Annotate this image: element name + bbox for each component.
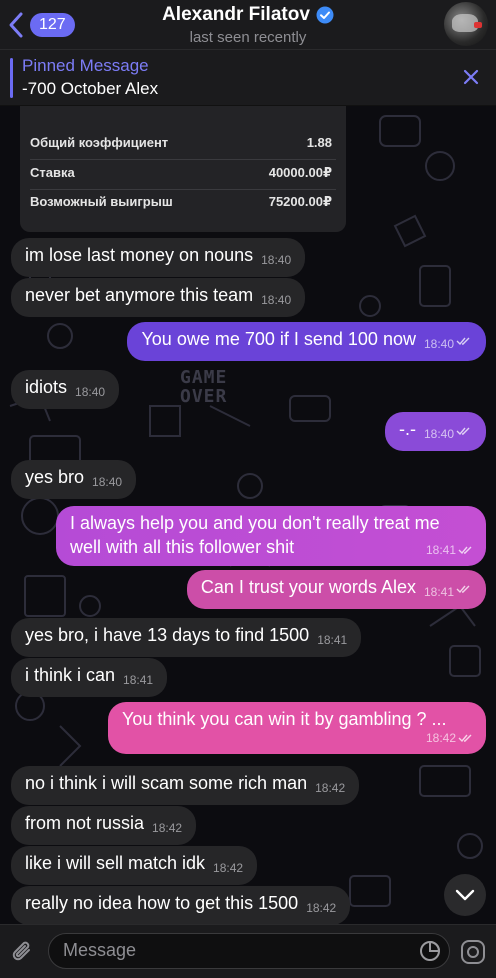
message-time-block: 18:41 xyxy=(426,538,474,562)
slip-label: Общий коэффициент xyxy=(30,135,169,150)
bet-slip-image[interactable]: Общий коэффициент 1.88 Ставка 40000.00₽ … xyxy=(20,106,346,232)
message-text: idiots xyxy=(25,377,68,397)
slip-value: 1.88 xyxy=(306,135,332,150)
pinned-message-bar[interactable]: Pinned Message -700 October Alex xyxy=(0,50,496,106)
message-input-bar xyxy=(0,924,496,978)
message-time: 18:40 xyxy=(261,293,292,307)
message-incoming[interactable]: really no idea how to get this 1500 18:42 xyxy=(11,886,351,924)
message-incoming[interactable]: never bet anymore this team 18:40 xyxy=(11,278,306,317)
chevron-down-icon xyxy=(455,889,475,901)
message-text: You think you can win it by gambling ? .… xyxy=(122,709,447,729)
message-text: yes bro xyxy=(25,467,85,487)
paperclip-icon[interactable] xyxy=(10,939,36,965)
pinned-title: Pinned Message xyxy=(22,56,149,75)
pinned-text: -700 October Alex xyxy=(22,79,159,98)
message-text: like i will sell match idk xyxy=(25,853,206,873)
message-incoming[interactable]: yes bro 18:40 xyxy=(11,460,137,499)
message-text: from not russia xyxy=(25,813,145,833)
message-text: I always help you and you don't really t… xyxy=(70,513,440,557)
slip-row: Общий коэффициент 1.88 xyxy=(30,135,332,150)
divider xyxy=(30,159,336,160)
message-outgoing[interactable]: -.- 18:40 xyxy=(384,412,486,451)
message-incoming[interactable]: yes bro, i have 13 days to find 1500 18:4… xyxy=(11,618,362,657)
message-outgoing[interactable]: I always help you and you don't really t… xyxy=(56,506,486,566)
slip-label: Возможный выигрыш xyxy=(30,194,173,209)
message-incoming[interactable]: idiots 18:40 xyxy=(11,370,120,409)
close-icon[interactable] xyxy=(462,68,480,86)
message-time: 18:42 xyxy=(315,781,346,795)
contact-name: Alexandr Filatov xyxy=(162,4,310,25)
camera-icon[interactable] xyxy=(460,939,486,965)
avatar-detail xyxy=(474,22,482,28)
message-time: 18:40 xyxy=(75,385,106,399)
message-incoming[interactable]: i think i can 18:41 xyxy=(11,658,168,697)
game-over-line-2: OVER xyxy=(180,386,228,407)
message-text: You owe me 700 if I send 100 now xyxy=(141,329,416,349)
message-time: 18:40 xyxy=(92,475,123,489)
slip-label: Ставка xyxy=(30,165,75,180)
background-game-over: GAME OVER xyxy=(180,368,227,406)
message-incoming[interactable]: like i will sell match idk 18:42 xyxy=(11,846,258,885)
message-incoming[interactable]: im lose last money on nouns 18:40 xyxy=(11,238,306,277)
read-checks-icon xyxy=(458,546,472,555)
chat-header: 127 Alexandr Filatov last seen recently xyxy=(0,0,496,50)
message-incoming[interactable]: no i think i will scam some rich man 18:4… xyxy=(11,766,360,805)
read-checks-icon xyxy=(456,337,470,346)
message-text: Can I trust your words Alex xyxy=(200,577,416,597)
verified-icon xyxy=(316,6,334,24)
message-time-block: 18:42 xyxy=(426,726,474,750)
chat-title-area[interactable]: Alexandr Filatov last seen recently xyxy=(0,4,496,46)
message-time: 18:42 xyxy=(425,731,456,745)
message-text: i think i can xyxy=(25,665,116,685)
chat-area[interactable]: GAME OVER Общий коэффициент 1.88 Ставка … xyxy=(0,106,496,924)
slip-value: 75200.00₽ xyxy=(268,194,332,209)
read-checks-icon xyxy=(458,734,472,743)
message-incoming[interactable]: from not russia 18:42 xyxy=(11,806,197,845)
game-over-line-1: GAME xyxy=(180,367,228,388)
message-field[interactable] xyxy=(48,933,450,969)
message-outgoing[interactable]: You think you can win it by gambling ? .… xyxy=(108,702,486,754)
message-time: 18:41 xyxy=(317,633,348,647)
message-time: 18:40 xyxy=(423,337,454,351)
message-text: -.- xyxy=(398,419,416,439)
sticker-icon[interactable] xyxy=(419,940,441,962)
message-text: never bet anymore this team xyxy=(25,285,254,305)
slip-row: Возможный выигрыш 75200.00₽ xyxy=(30,194,332,210)
message-time: 18:41 xyxy=(425,543,456,557)
pinned-indicator xyxy=(10,58,13,98)
slip-value: 40000.00₽ xyxy=(268,165,332,180)
message-text: really no idea how to get this 1500 xyxy=(25,893,299,913)
message-outgoing[interactable]: Can I trust your words Alex 18:41 xyxy=(186,570,486,609)
message-time: 18:41 xyxy=(423,585,454,599)
slip-row: Ставка 40000.00₽ xyxy=(30,165,332,181)
message-time: 18:40 xyxy=(261,253,292,267)
avatar[interactable] xyxy=(444,2,488,46)
message-text: yes bro, i have 13 days to find 1500 xyxy=(25,625,310,645)
last-seen-status: last seen recently xyxy=(189,29,307,46)
message-outgoing[interactable]: You owe me 700 if I send 100 now 18:40 xyxy=(127,322,486,361)
message-time: 18:42 xyxy=(152,821,183,835)
scroll-down-button[interactable] xyxy=(444,874,486,916)
read-checks-icon xyxy=(456,427,470,436)
message-text: im lose last money on nouns xyxy=(25,245,254,265)
message-time: 18:42 xyxy=(306,901,337,915)
message-text: no i think i will scam some rich man xyxy=(25,773,308,793)
divider xyxy=(30,189,336,190)
message-input[interactable] xyxy=(63,940,403,961)
read-checks-icon xyxy=(456,585,470,594)
message-time: 18:42 xyxy=(213,861,244,875)
message-time: 18:41 xyxy=(123,673,154,687)
message-time: 18:40 xyxy=(423,427,454,441)
